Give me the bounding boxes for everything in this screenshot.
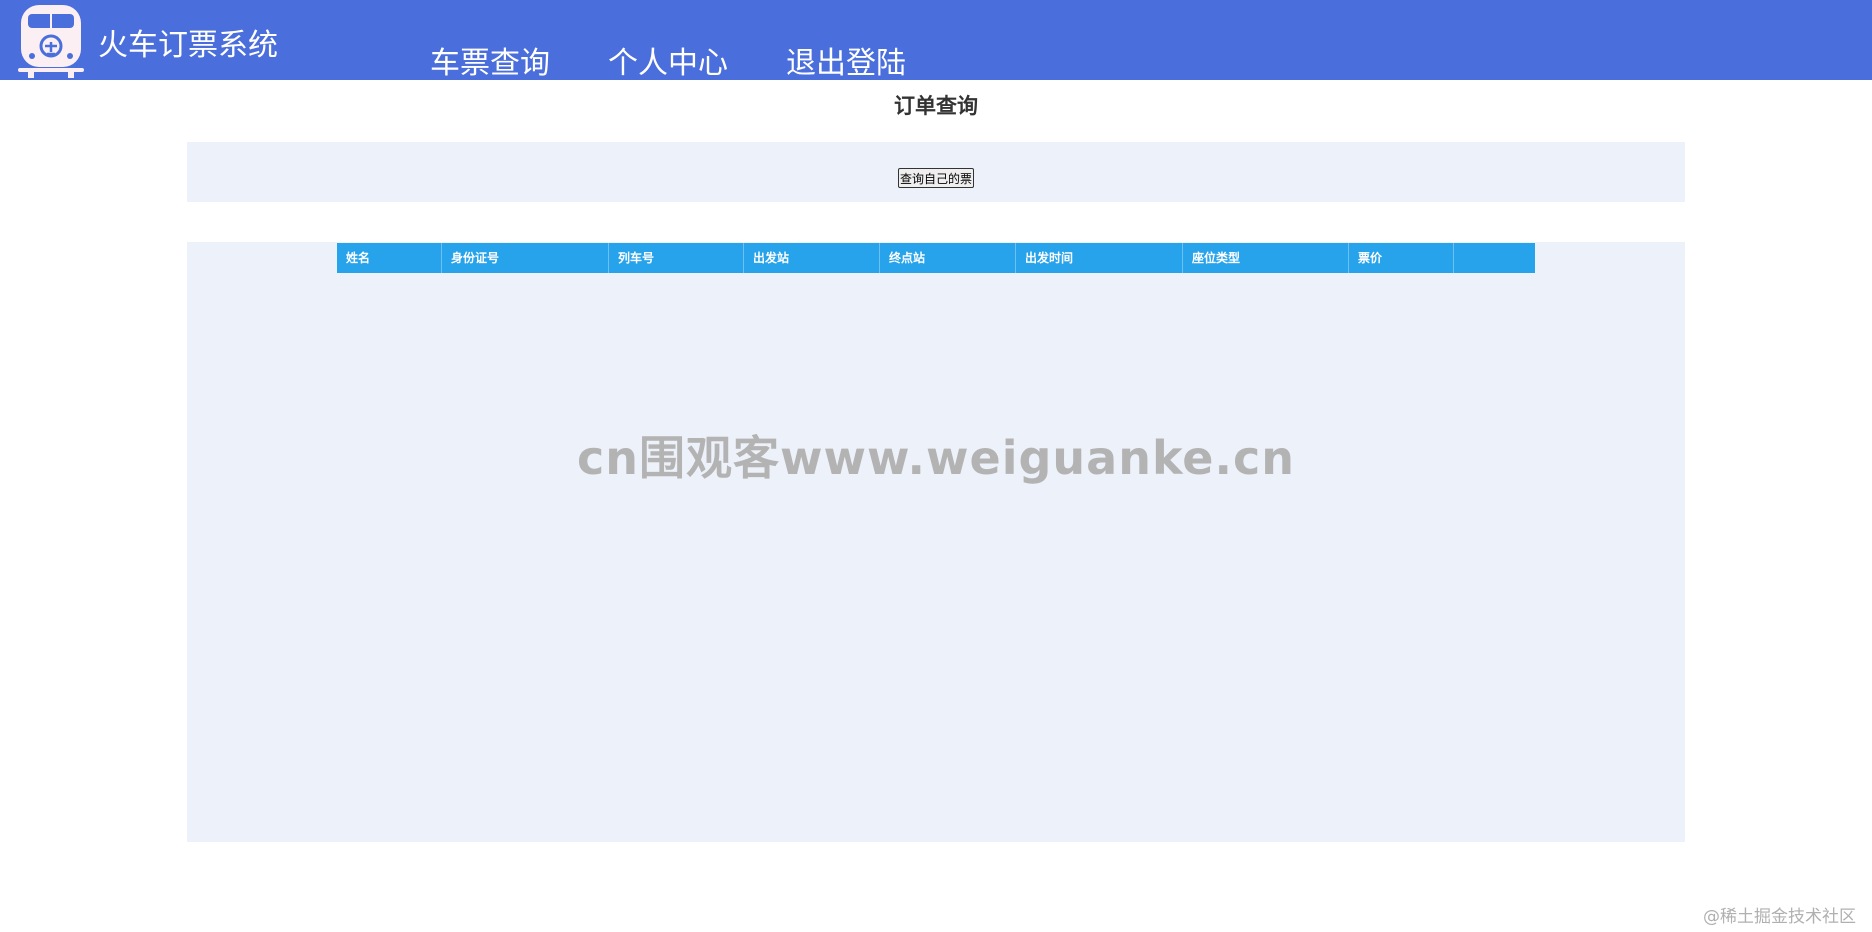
column-header-actions [1454,243,1535,273]
column-header-train-number: 列车号 [609,243,744,273]
table-panel: 姓名 身份证号 列车号 出发站 终点站 出发时间 座位类型 票价 [187,242,1685,842]
column-header-terminal-station: 终点站 [880,243,1016,273]
app-title: 火车订票系统 [98,28,278,63]
column-header-price: 票价 [1349,243,1454,273]
column-header-name: 姓名 [337,243,442,273]
nav-logout[interactable]: 退出登陆 [786,38,906,81]
nav-ticket-query[interactable]: 车票查询 [430,38,550,81]
page-title: 订单查询 [894,94,978,118]
watermark-text: cn围观客www.weiguanke.cn [576,431,1295,485]
ticket-table-header: 姓名 身份证号 列车号 出发站 终点站 出发时间 座位类型 票价 [337,243,1535,273]
column-header-seat-type: 座位类型 [1183,243,1349,273]
column-header-departure-time: 出发时间 [1016,243,1183,273]
train-icon [18,5,84,78]
column-header-departure-station: 出发站 [744,243,880,273]
main-nav: 车票查询 个人中心 退出登陆 [430,38,964,81]
column-header-id-number: 身份证号 [442,243,609,273]
query-my-tickets-button[interactable]: 查询自己的票 [898,168,975,188]
nav-personal-center[interactable]: 个人中心 [608,38,728,81]
top-header: 火车订票系统 车票查询 个人中心 退出登陆 [0,0,1872,81]
query-panel: 查询自己的票 [187,142,1685,202]
corner-watermark: @稀土掘金技术社区 [1703,907,1856,927]
